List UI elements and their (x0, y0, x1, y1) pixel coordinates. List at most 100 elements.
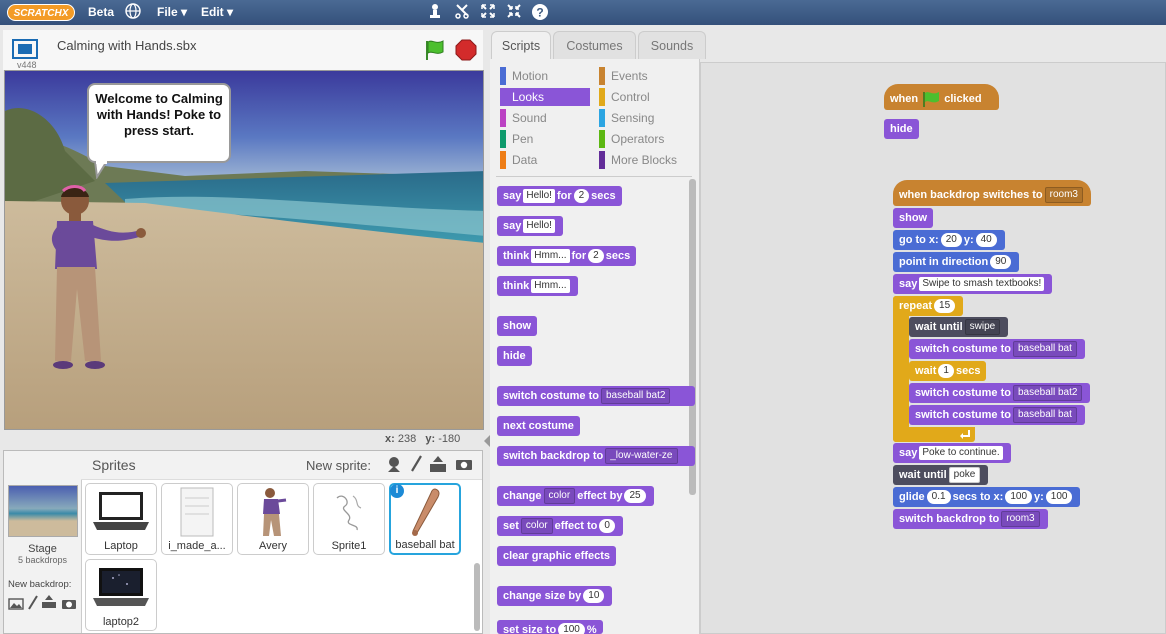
block-show[interactable]: show (497, 316, 538, 336)
x-label: x: (385, 433, 395, 445)
sprites-title: Sprites (92, 457, 136, 473)
upload-backdrop-icon[interactable] (41, 595, 57, 614)
new-backdrop-label: New backdrop: (8, 579, 72, 590)
mouse-coordinates: x: 238 y: -180 (385, 433, 460, 445)
block-wait-until-poke[interactable]: wait until poke (893, 465, 989, 485)
block-set-effect[interactable]: set color effect to 0 (497, 516, 623, 536)
block-switch-costume[interactable]: switch costume to baseball bat (909, 405, 1085, 425)
block-say[interactable]: say Hello! (497, 216, 563, 236)
category-control[interactable]: Control (599, 88, 650, 106)
edit-menu[interactable]: Edit ▾ (201, 5, 233, 19)
category-data[interactable]: Data (500, 151, 537, 169)
tab-scripts[interactable]: Scripts (491, 31, 551, 59)
category-operators[interactable]: Operators (599, 130, 664, 148)
sprite-name: Laptop (104, 540, 138, 552)
sprite-tile-i-made-a[interactable]: i_made_a... (161, 483, 233, 555)
baseball-bat-thumbnail (412, 488, 440, 536)
stage-thumbnail[interactable] (8, 485, 78, 537)
category-looks[interactable]: Looks (500, 88, 590, 106)
file-menu[interactable]: File ▾ (157, 5, 187, 19)
stop-sign-icon[interactable] (455, 39, 477, 61)
choose-sprite-icon[interactable] (385, 455, 403, 478)
sprite-tile-laptop2[interactable]: laptop2 (85, 559, 157, 631)
block-say[interactable]: say Swipe to smash textbooks! (893, 274, 1053, 294)
grow-icon[interactable] (479, 3, 497, 21)
project-title[interactable]: Calming with Hands.sbx (57, 38, 196, 53)
tab-sounds[interactable]: Sounds (638, 31, 706, 59)
category-label: Motion (512, 69, 549, 83)
avery-sprite[interactable] (45, 179, 155, 375)
block-switch-costume[interactable]: switch costume to baseball bat2 (497, 386, 695, 406)
stage-selector[interactable]: Stage 5 backdrops New backdrop: (4, 451, 82, 633)
paint-backdrop-icon[interactable] (8, 597, 24, 615)
block-switch-costume[interactable]: switch costume to baseball bat (909, 339, 1085, 359)
sprite-tile-laptop[interactable]: Laptop (85, 483, 157, 555)
backdrop-count: 5 backdrops (17, 555, 68, 565)
block-say-for-secs[interactable]: say Hello! for 2 secs (497, 186, 622, 206)
sprite-tile-baseball-bat[interactable]: i baseball bat (389, 483, 461, 555)
speech-bubble-text: Welcome to Calming with Hands! Poke to p… (95, 91, 223, 138)
stage-canvas[interactable]: Welcome to Calming with Hands! Poke to p… (4, 70, 484, 430)
loop-arrow-icon (960, 430, 970, 439)
block-say[interactable]: say Poke to continue. (893, 443, 1011, 463)
block-glide[interactable]: glide 0.1 secs to x: 100 y: 100 (893, 487, 1081, 507)
category-sensing[interactable]: Sensing (599, 109, 654, 127)
block-next-costume[interactable]: next costume (497, 416, 580, 436)
block-set-size[interactable]: set size to 100% (497, 620, 603, 634)
paint-sprite-icon[interactable] (409, 455, 423, 478)
duplicate-icon[interactable] (426, 3, 444, 21)
block-change-effect[interactable]: change color effect by 25 (497, 486, 654, 506)
sprite-tile-avery[interactable]: Avery (237, 483, 309, 555)
camera-sprite-icon[interactable] (455, 457, 473, 476)
category-events[interactable]: Events (599, 67, 648, 85)
block-switch-backdrop[interactable]: switch backdrop to _low-water-ze (497, 446, 695, 466)
category-label: Events (611, 69, 648, 83)
category-sound[interactable]: Sound (500, 109, 547, 127)
block-switch-costume[interactable]: switch costume to baseball bat2 (909, 383, 1091, 403)
block-think-for-secs[interactable]: think Hmm... for 2 secs (497, 246, 637, 266)
sprites-scrollbar[interactable] (474, 563, 480, 631)
draw-backdrop-icon[interactable] (27, 595, 39, 616)
block-switch-backdrop[interactable]: switch backdrop to room3 (893, 509, 1048, 529)
sprites-header: Sprites New sprite: (81, 451, 482, 480)
new-sprite-label: New sprite: (306, 458, 372, 473)
category-label: Sensing (611, 111, 655, 125)
category-pen[interactable]: Pen (500, 130, 533, 148)
y-label: y: (425, 433, 436, 445)
block-change-size[interactable]: change size by 10 (497, 586, 613, 606)
category-label: Sound (512, 111, 547, 125)
category-motion[interactable]: Motion (500, 67, 548, 85)
category-label: More Blocks (611, 153, 678, 167)
green-flag-icon[interactable] (423, 38, 447, 62)
info-icon[interactable]: i (390, 484, 404, 498)
x-value: 238 (397, 433, 417, 445)
block-clear-graphic-effects[interactable]: clear graphic effects (497, 546, 616, 566)
category-label: Operators (611, 132, 665, 146)
globe-icon[interactable] (124, 3, 142, 21)
sprites-pane: Stage 5 backdrops New backdrop: Sprites … (3, 450, 483, 634)
block-repeat[interactable]: repeat 15 (893, 296, 964, 316)
block-go-to-xy[interactable]: go to x: 20 y: 40 (893, 230, 1005, 250)
block-hide[interactable]: hide (884, 119, 919, 139)
block-when-backdrop-switches[interactable]: when backdrop switches to room3 (893, 180, 1091, 206)
tab-costumes[interactable]: Costumes (553, 31, 636, 59)
upload-sprite-icon[interactable] (429, 455, 447, 478)
block-when-flag-clicked[interactable]: when clicked (884, 84, 999, 110)
scratchx-logo[interactable]: SCRATCHX (7, 4, 75, 21)
shrink-icon[interactable] (505, 3, 523, 21)
block-point-in-direction[interactable]: point in direction 90 (893, 252, 1020, 272)
block-show[interactable]: show (893, 208, 934, 228)
block-wait-secs[interactable]: wait 1 secs (909, 361, 987, 381)
sprite-tile-sprite1[interactable]: Sprite1 (313, 483, 385, 555)
block-hide[interactable]: hide (497, 346, 532, 366)
fullscreen-icon[interactable] (12, 39, 38, 59)
block-wait-until-swipe[interactable]: wait until swipe (909, 317, 1009, 337)
block-think[interactable]: think Hmm... (497, 276, 578, 296)
green-flag-icon (923, 92, 940, 108)
delete-icon[interactable] (453, 3, 471, 21)
camera-backdrop-icon[interactable] (61, 597, 77, 615)
speech-bubble: Welcome to Calming with Hands! Poke to p… (87, 83, 231, 163)
help-icon[interactable]: ? (531, 3, 549, 21)
category-more-blocks[interactable]: More Blocks (599, 151, 677, 169)
laptop2-thumbnail (93, 568, 149, 606)
